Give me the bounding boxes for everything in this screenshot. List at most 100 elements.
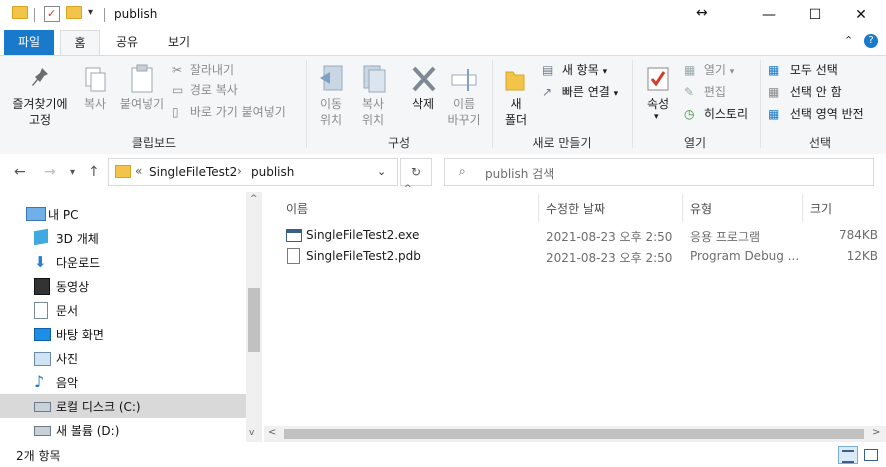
paste-shortcut-button[interactable]: ▯ 바로 가기 붙여넣기 <box>172 104 286 120</box>
properties-quick-icon[interactable]: ✓ <box>44 6 60 22</box>
rename-label: 이름 바꾸기 <box>447 97 481 127</box>
scroll-down-icon[interactable]: v <box>249 428 254 438</box>
group-label-new: 새로 만들기 <box>532 136 592 150</box>
nav-item-label: 사진 <box>56 352 79 366</box>
recent-locations-dropdown-icon[interactable]: ▾ <box>70 167 75 178</box>
copy-path-label: 경로 복사 <box>189 83 238 97</box>
nav-item-pictures[interactable]: 사진 <box>0 346 246 370</box>
select-all-icon: ▦ <box>768 63 780 77</box>
refresh-button[interactable]: ↻ <box>400 158 432 186</box>
ribbon-tabs: 파일 홈 공유 보기 ⌃ ? <box>0 30 886 56</box>
pin-quick-access-button[interactable]: 즐겨찾기에 고정 <box>8 64 72 132</box>
copy-button[interactable]: 복사 <box>78 64 112 124</box>
move-to-button[interactable]: 이동 위치 <box>312 64 350 132</box>
new-folder-icon <box>504 68 526 92</box>
file-size: 784KB <box>838 228 878 242</box>
table-row[interactable]: SingleFileTest2.pdb 2021-08-23 오후 2:50 P… <box>284 246 884 267</box>
breadcrumb-publish[interactable]: publish <box>251 165 294 179</box>
horizontal-scrollbar-thumb[interactable] <box>284 429 864 439</box>
column-header-modified[interactable]: 수정한 날짜 <box>546 200 605 217</box>
application-icon <box>286 229 302 242</box>
cube-icon <box>34 228 48 246</box>
drive-icon <box>34 402 51 412</box>
window-title: publish <box>114 7 158 21</box>
nav-item-this-pc[interactable]: 내 PC <box>0 202 246 226</box>
column-header-type[interactable]: 유형 <box>690 200 712 217</box>
search-box[interactable]: ⌕ publish 검색 <box>444 158 874 186</box>
copy-to-button[interactable]: 복사 위치 <box>354 64 392 132</box>
close-button[interactable]: ✕ <box>838 0 884 30</box>
drive-icon <box>34 426 51 436</box>
back-button[interactable]: ← <box>14 164 26 180</box>
copy-to-label: 복사 위치 <box>361 97 385 127</box>
nav-item-music[interactable]: ♪ 음악 <box>0 370 246 394</box>
tab-view[interactable]: 보기 <box>160 30 198 55</box>
new-item-label: 새 항목 <box>561 63 599 77</box>
file-list: 이름 수정한 날짜 유형 크기 SingleFileTest2.exe 2021… <box>264 192 886 442</box>
nav-item-3d-objects[interactable]: 3D 개체 <box>0 226 246 250</box>
minimize-button[interactable]: — <box>746 0 792 30</box>
nav-scrollbar-thumb[interactable] <box>248 288 260 352</box>
item-count: 2개 항목 <box>16 449 61 463</box>
new-folder-button[interactable]: 새 폴더 <box>498 64 534 132</box>
easy-access-label: 빠른 연결 <box>561 85 610 99</box>
nav-item-new-volume-d[interactable]: 새 볼륨 (D:) <box>0 418 246 442</box>
collapse-ribbon-icon[interactable]: ⌃ <box>844 34 853 47</box>
scroll-right-icon[interactable]: > <box>872 427 880 438</box>
video-icon <box>34 278 50 295</box>
open-label: 열기 <box>703 63 726 77</box>
open-button[interactable]: ▦ 열기 ▾ <box>684 62 734 80</box>
table-row[interactable]: SingleFileTest2.exe 2021-08-23 오후 2:50 응… <box>284 225 884 246</box>
tab-home[interactable]: 홈 <box>60 30 100 56</box>
help-icon[interactable]: ? <box>864 34 878 48</box>
tab-file[interactable]: 파일 <box>4 30 54 55</box>
address-bar[interactable]: « SingleFileTest2 › publish ⌄ <box>108 158 398 186</box>
new-folder-quick-icon[interactable] <box>66 6 82 22</box>
document-icon <box>34 302 48 319</box>
breadcrumb-singlefiletest2[interactable]: SingleFileTest2 <box>149 165 237 179</box>
large-icons-view-button[interactable] <box>862 447 878 461</box>
select-all-button[interactable]: ▦ 모두 선택 <box>768 62 838 78</box>
tab-share[interactable]: 공유 <box>110 30 144 55</box>
nav-scrollbar[interactable]: ^ v <box>246 192 262 444</box>
copy-label: 복사 <box>83 97 107 111</box>
pc-icon <box>26 207 46 221</box>
scroll-up-icon[interactable]: ^ <box>250 194 258 204</box>
nav-item-videos[interactable]: 동영상 <box>0 274 246 298</box>
new-item-button[interactable]: ▤ 새 항목 ▾ <box>542 62 607 80</box>
properties-icon <box>646 66 670 92</box>
history-button[interactable]: ◷ 히스토리 <box>684 106 748 122</box>
properties-button[interactable]: 속성 ▾ <box>638 64 678 132</box>
copy-path-button[interactable]: ▭ 경로 복사 <box>172 82 238 98</box>
select-none-label: 선택 안 함 <box>789 85 842 99</box>
address-dropdown-icon[interactable]: ⌄ <box>377 165 386 178</box>
breadcrumb-separator[interactable]: › <box>237 164 242 178</box>
cut-button[interactable]: ✂ 잘라내기 <box>172 62 234 78</box>
status-bar: 2개 항목 <box>0 442 886 467</box>
group-label-open: 열기 <box>683 136 707 150</box>
paste-button[interactable]: 붙여넣기 <box>116 64 168 124</box>
column-header-size[interactable]: 크기 <box>810 200 832 217</box>
horizontal-scrollbar[interactable]: < > <box>264 426 886 442</box>
column-header-name[interactable]: 이름 <box>286 200 308 217</box>
nav-item-desktop[interactable]: 바탕 화면 <box>0 322 246 346</box>
details-view-button[interactable] <box>838 446 858 464</box>
maximize-button[interactable]: ☐ <box>792 0 838 30</box>
scroll-left-icon[interactable]: < <box>268 427 276 438</box>
select-none-button[interactable]: ▦ 선택 안 함 <box>768 84 842 100</box>
path-overflow-chevron[interactable]: « <box>135 164 142 178</box>
up-button[interactable]: ↑ <box>88 164 100 180</box>
nav-item-downloads[interactable]: ⬇ 다운로드 <box>0 250 246 274</box>
search-input[interactable]: publish 검색 <box>485 165 554 182</box>
forward-button[interactable]: → <box>44 164 56 180</box>
quick-access-dropdown-icon[interactable]: ▾ <box>88 7 93 18</box>
nav-item-documents[interactable]: 문서 <box>0 298 246 322</box>
invert-selection-button[interactable]: ▦ 선택 영역 반전 <box>768 106 864 122</box>
new-folder-label: 새 폴더 <box>504 97 528 127</box>
delete-button[interactable]: 삭제 <box>404 64 442 132</box>
rename-button[interactable]: 이름 바꾸기 <box>444 64 484 132</box>
easy-access-button[interactable]: ↗ 빠른 연결 ▾ <box>542 84 618 102</box>
nav-item-local-disk-c[interactable]: 로컬 디스크 (C:) <box>0 394 246 418</box>
edit-button[interactable]: ✎ 편집 <box>684 84 726 100</box>
file-modified: 2021-08-23 오후 2:50 <box>546 230 673 244</box>
